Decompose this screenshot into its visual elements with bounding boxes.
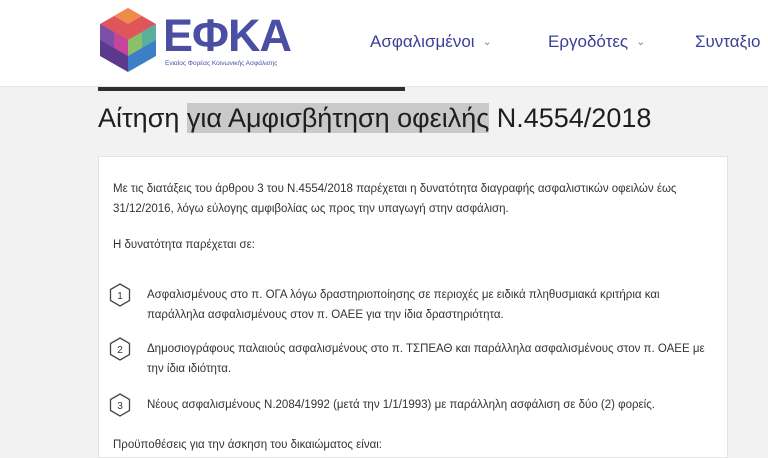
nav-item-label: Ασφαλισμένοι <box>370 32 475 51</box>
nav-item-label: Συνταξιο <box>695 32 761 51</box>
title-accent-bar <box>98 87 405 91</box>
main-nav: Ασφαλισμένοι ⌄ Εργοδότες ⌄ Συνταξιο <box>0 0 768 86</box>
list-item-text: Δημοσιογράφους παλαιούς ασφαλισμένους στ… <box>147 343 705 375</box>
page-title-part: Αίτηση <box>98 103 187 133</box>
list-item-text: Νέους ασφαλισμένους Ν.2084/1992 (μετά τη… <box>147 399 655 411</box>
eligibility-subheading: Η δυνατότητα παρέχεται σε: <box>113 239 255 251</box>
site-header: ΕΦΚΑ Ενιαίος Φορέας Κοινωνικής Ασφάλισης… <box>0 0 768 87</box>
list-item-number: 1 <box>117 291 123 302</box>
list-item-number: 3 <box>117 401 123 412</box>
conditions-intro: Προϋποθέσεις για την άσκηση του δικαιώμα… <box>113 439 382 451</box>
hexagon-number-icon: 1 <box>109 283 131 307</box>
list-item-text: Ασφαλισμένους στο π. ΟΓΑ λόγω δραστηριοπ… <box>147 289 660 321</box>
page-title: Αίτηση για Αμφισβήτηση οφειλής Ν.4554/20… <box>98 99 651 137</box>
list-item-number: 2 <box>117 345 123 356</box>
nav-item-pensioners[interactable]: Συνταξιο <box>695 32 760 52</box>
intro-paragraph: Με τις διατάξεις του άρθρου 3 του Ν.4554… <box>113 183 677 215</box>
chevron-down-icon: ⌄ <box>482 36 492 48</box>
content-card: Με τις διατάξεις του άρθρου 3 του Ν.4554… <box>98 156 728 458</box>
page-title-highlight: για Αμφισβήτηση οφειλής <box>186 103 490 133</box>
page-title-part: Ν.4554/2018 <box>489 103 652 133</box>
hexagon-number-icon: 3 <box>109 393 131 417</box>
chevron-down-icon: ⌄ <box>636 36 646 48</box>
nav-item-insured[interactable]: Ασφαλισμένοι ⌄ <box>370 32 492 52</box>
hexagon-number-icon: 2 <box>109 337 131 361</box>
nav-item-employers[interactable]: Εργοδότες ⌄ <box>548 32 645 52</box>
nav-item-label: Εργοδότες <box>548 32 629 51</box>
